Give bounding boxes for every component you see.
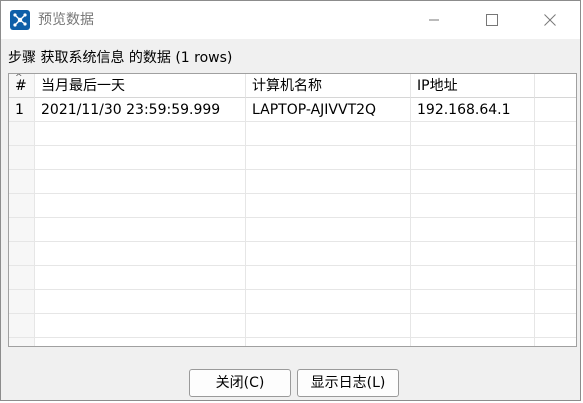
empty-cell: [535, 314, 576, 338]
empty-cell: [535, 170, 576, 194]
empty-row: [9, 266, 576, 290]
close-button[interactable]: 关闭(C): [189, 369, 291, 397]
row-index: 1: [9, 98, 35, 122]
maximize-button[interactable]: [469, 1, 515, 39]
empty-cell: [35, 338, 246, 346]
empty-cell: [9, 218, 35, 242]
empty-cell: [411, 218, 535, 242]
empty-cell: [35, 290, 246, 314]
table-row[interactable]: 1 2021/11/30 23:59:59.999 LAPTOP-AJIVVT2…: [9, 98, 576, 122]
empty-cell: [411, 266, 535, 290]
empty-cell: [35, 314, 246, 338]
empty-cell: [9, 122, 35, 146]
empty-cell: [246, 194, 411, 218]
empty-cell: [411, 170, 535, 194]
empty-cell: [35, 170, 246, 194]
empty-cell: [535, 242, 576, 266]
grid-header-row: ^ # 当月最后一天 计算机名称 IP地址: [9, 74, 576, 98]
empty-cell: [35, 218, 246, 242]
column-header-ip[interactable]: IP地址: [411, 74, 535, 98]
empty-cell: [246, 170, 411, 194]
empty-cell: [246, 266, 411, 290]
data-grid[interactable]: ^ # 当月最后一天 计算机名称 IP地址 1 2021/11/30 23:59…: [8, 73, 577, 347]
empty-cell: [35, 146, 246, 170]
empty-cell: [35, 122, 246, 146]
empty-cell: [246, 314, 411, 338]
maximize-icon: [486, 14, 498, 26]
empty-row: [9, 242, 576, 266]
empty-cell: [35, 242, 246, 266]
empty-cell: [9, 338, 35, 346]
empty-row: [9, 146, 576, 170]
empty-cell: [411, 338, 535, 346]
empty-row: [9, 122, 576, 146]
minimize-icon: [429, 19, 439, 21]
column-header-computer-name[interactable]: 计算机名称: [246, 74, 411, 98]
minimize-button[interactable]: [411, 1, 457, 39]
column-header-filler: [535, 74, 576, 98]
title-bar[interactable]: 预览数据: [1, 1, 580, 39]
empty-cell: [246, 122, 411, 146]
cell-filler: [535, 98, 576, 122]
empty-row: [9, 290, 576, 314]
empty-cell: [411, 314, 535, 338]
preview-dialog: 预览数据 步骤 获取系统信息 的数据 (1 rows) ^ # 当月最后一天 计…: [0, 0, 581, 401]
data-caption: 步骤 获取系统信息 的数据 (1 rows): [8, 50, 233, 66]
empty-cell: [246, 290, 411, 314]
empty-cell: [411, 194, 535, 218]
empty-cell: [411, 146, 535, 170]
empty-row: [9, 194, 576, 218]
show-log-button[interactable]: 显示日志(L): [297, 369, 399, 397]
empty-cell: [9, 266, 35, 290]
empty-cell: [9, 170, 35, 194]
cell-computer-name[interactable]: LAPTOP-AJIVVT2Q: [246, 98, 411, 122]
sort-up-icon: ^: [15, 73, 23, 83]
empty-cell: [411, 290, 535, 314]
empty-row: [9, 170, 576, 194]
empty-cell: [9, 194, 35, 218]
empty-cell: [535, 218, 576, 242]
empty-cell: [535, 194, 576, 218]
empty-cell: [246, 218, 411, 242]
empty-cell: [9, 146, 35, 170]
empty-cell: [246, 242, 411, 266]
app-network-icon: [10, 10, 30, 30]
empty-cell: [535, 146, 576, 170]
empty-cell: [246, 338, 411, 346]
window-title: 预览数据: [38, 12, 94, 28]
column-header-last-day[interactable]: 当月最后一天: [35, 74, 246, 98]
empty-cell: [535, 338, 576, 346]
empty-cell: [9, 290, 35, 314]
empty-row: [9, 314, 576, 338]
row-header-corner[interactable]: ^ #: [9, 74, 35, 98]
empty-cell: [35, 194, 246, 218]
empty-row: [9, 218, 576, 242]
empty-cell: [535, 122, 576, 146]
empty-cell: [411, 122, 535, 146]
empty-cell: [246, 146, 411, 170]
close-icon: [544, 14, 556, 26]
cell-ip[interactable]: 192.168.64.1: [411, 98, 535, 122]
empty-cell: [9, 242, 35, 266]
cell-last-day[interactable]: 2021/11/30 23:59:59.999: [35, 98, 246, 122]
empty-cell: [535, 290, 576, 314]
close-window-button[interactable]: [527, 1, 573, 39]
empty-cell: [411, 242, 535, 266]
empty-cell: [535, 266, 576, 290]
empty-row: [9, 338, 576, 346]
empty-cell: [9, 314, 35, 338]
empty-cell: [35, 266, 246, 290]
